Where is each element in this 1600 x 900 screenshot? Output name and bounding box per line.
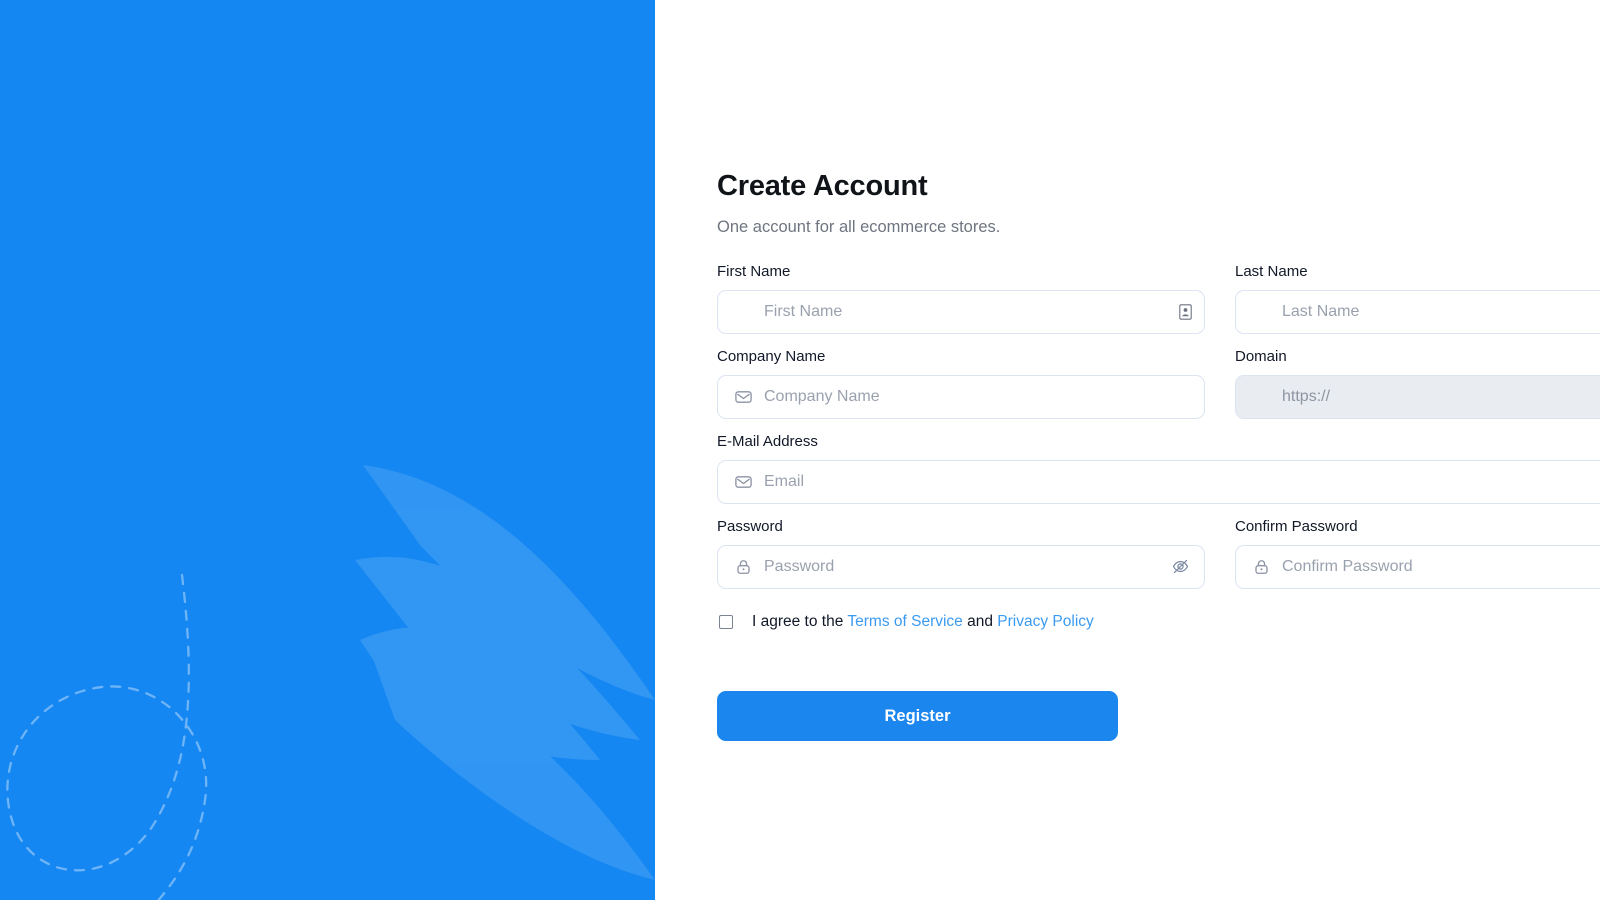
form-container: Create Account One account for all ecomm…: [717, 170, 1600, 742]
password-input-wrap[interactable]: [717, 544, 1205, 589]
registration-page: Create Account One account for all ecomm…: [0, 0, 1600, 900]
consent-text: I agree to the Terms of Service and Priv…: [752, 613, 1094, 632]
brand-decoration-panel: [0, 0, 655, 900]
form-fields-grid: First Name First Name Last Name Last Nam…: [717, 263, 1600, 742]
grid-gap-3: [1205, 518, 1235, 603]
lock-icon: [1252, 557, 1271, 576]
confirm-password-input-wrap[interactable]: [1235, 544, 1600, 589]
domain-label: Domain: [1235, 347, 1287, 365]
terms-of-service-link[interactable]: Terms of Service: [847, 613, 962, 630]
eye-off-icon[interactable]: [1170, 557, 1190, 577]
field-password: Password: [717, 518, 1205, 589]
company-name-label: Company Name: [717, 347, 826, 365]
last-name-input-wrap[interactable]: [1235, 289, 1600, 334]
confirm-password-input[interactable]: [1236, 545, 1600, 588]
page-subtitle: One account for all ecommerce stores.: [717, 218, 1001, 237]
field-first-name: First Name: [717, 263, 1205, 334]
grid-gap-2: [1205, 348, 1235, 433]
password-input[interactable]: [718, 545, 1204, 588]
password-label: Password: [717, 517, 783, 535]
first-name-label: First Name: [717, 262, 791, 280]
confirm-password-label: Confirm Password: [1235, 517, 1358, 535]
contact-card-autofill-icon[interactable]: [1179, 304, 1192, 320]
field-email: E-Mail Address: [717, 433, 1600, 504]
company-name-input[interactable]: [718, 375, 1204, 418]
grid-gap-1: [1205, 263, 1235, 348]
first-name-input[interactable]: [718, 290, 1204, 333]
register-button[interactable]: Register: [717, 691, 1118, 742]
registration-form-area: Create Account One account for all ecomm…: [655, 0, 1600, 900]
email-input-wrap[interactable]: [717, 459, 1600, 504]
first-name-input-wrap[interactable]: [717, 289, 1205, 334]
privacy-policy-link[interactable]: Privacy Policy: [997, 613, 1093, 630]
envelope-icon: [734, 472, 753, 491]
lock-icon: [734, 557, 753, 576]
submit-row: Register: [717, 691, 1600, 742]
consent-text-between: and: [967, 612, 993, 630]
field-company-name: Company Name: [717, 348, 1205, 419]
field-last-name: Last Name: [1235, 263, 1600, 334]
wing-shapes: [355, 465, 655, 880]
company-name-input-wrap[interactable]: [717, 374, 1205, 419]
email-label: E-Mail Address: [717, 432, 818, 450]
terms-agreement-checkbox[interactable]: [719, 615, 733, 630]
domain-input[interactable]: [1236, 375, 1600, 418]
page-title: Create Account: [717, 170, 928, 202]
consent-row: I agree to the Terms of Service and Priv…: [717, 613, 1600, 632]
email-input[interactable]: [718, 460, 1600, 503]
field-domain: Domain: [1235, 348, 1600, 419]
last-name-label: Last Name: [1235, 262, 1308, 280]
consent-text-before: I agree to the: [752, 612, 844, 630]
domain-input-wrap[interactable]: [1235, 374, 1600, 419]
field-confirm-password: Confirm Password: [1235, 518, 1600, 589]
last-name-input[interactable]: [1236, 290, 1600, 333]
dashed-loop-curve: [6, 573, 208, 900]
envelope-icon: [734, 387, 753, 406]
